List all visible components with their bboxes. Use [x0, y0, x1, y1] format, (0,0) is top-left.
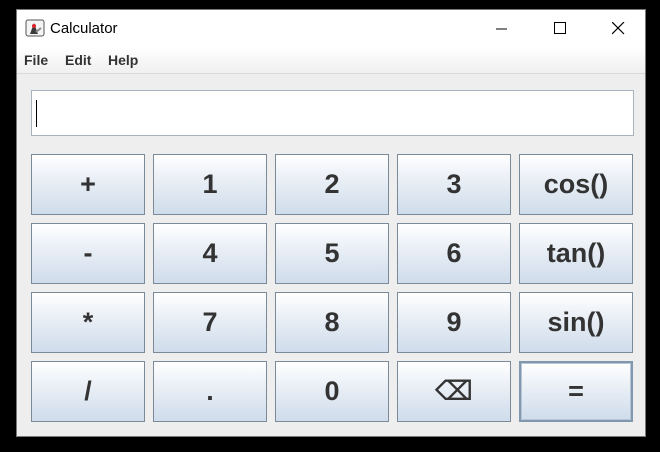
minimize-icon [496, 28, 507, 29]
window-title: Calculator [50, 20, 118, 37]
key-8[interactable]: 8 [275, 292, 389, 353]
key-7[interactable]: 7 [153, 292, 267, 353]
key-decimal[interactable]: . [153, 361, 267, 422]
maximize-icon [553, 22, 566, 34]
display-field[interactable] [31, 90, 634, 136]
key-multiply[interactable]: * [31, 292, 145, 353]
close-icon [611, 22, 624, 35]
key-5[interactable]: 5 [275, 223, 389, 284]
key-minus[interactable]: - [31, 223, 145, 284]
menu-help[interactable]: Help [108, 52, 138, 68]
key-2[interactable]: 2 [275, 154, 389, 215]
calculator-window: Calculator File Edit Help + 1 2 3 cos() … [16, 9, 646, 437]
menu-bar: File Edit Help [17, 47, 645, 74]
maximize-button[interactable] [531, 10, 589, 47]
text-caret [36, 100, 37, 127]
key-sin[interactable]: sin() [519, 292, 633, 353]
keypad: + 1 2 3 cos() - 4 5 6 tan() * 7 8 9 sin(… [31, 154, 635, 422]
key-plus[interactable]: + [31, 154, 145, 215]
key-cos[interactable]: cos() [519, 154, 633, 215]
key-3[interactable]: 3 [397, 154, 511, 215]
key-divide[interactable]: / [31, 361, 145, 422]
key-backspace[interactable]: ⌫ [397, 361, 511, 422]
key-0[interactable]: 0 [275, 361, 389, 422]
key-6[interactable]: 6 [397, 223, 511, 284]
close-button[interactable] [589, 10, 647, 47]
menu-edit[interactable]: Edit [65, 52, 91, 68]
title-bar[interactable]: Calculator [17, 10, 645, 47]
key-equals[interactable]: = [519, 361, 633, 422]
java-duke-icon [25, 19, 45, 37]
key-9[interactable]: 9 [397, 292, 511, 353]
key-tan[interactable]: tan() [519, 223, 633, 284]
menu-file[interactable]: File [24, 52, 48, 68]
key-4[interactable]: 4 [153, 223, 267, 284]
minimize-button[interactable] [473, 10, 531, 47]
key-1[interactable]: 1 [153, 154, 267, 215]
